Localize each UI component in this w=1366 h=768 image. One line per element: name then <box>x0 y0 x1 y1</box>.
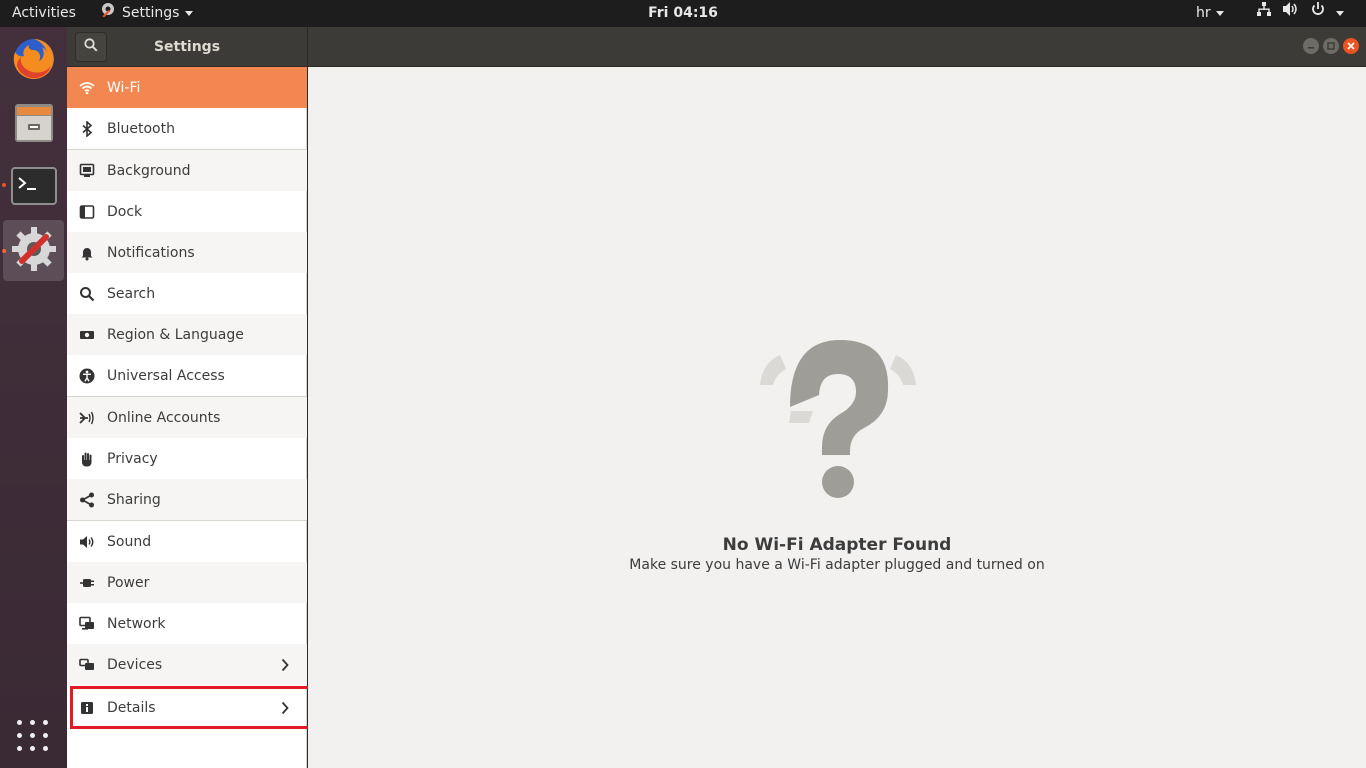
volume-icon <box>1282 0 1300 27</box>
sidebar-item-label: Region & Language <box>107 326 244 343</box>
dock <box>0 27 67 768</box>
network-icon <box>79 616 95 632</box>
sidebar-item-label: Bluetooth <box>107 120 175 137</box>
accessibility-icon <box>79 368 95 384</box>
sidebar-item-universal-access[interactable]: Universal Access <box>67 355 307 396</box>
keyboard-layout-label: hr <box>1196 5 1211 21</box>
sidebar-item-label: Search <box>107 285 156 302</box>
search-icon <box>84 38 98 56</box>
sidebar-item-label: Network <box>107 615 166 632</box>
system-tray[interactable] <box>1256 0 1344 27</box>
maximize-button[interactable] <box>1323 38 1339 54</box>
clock: Fri 04:16 <box>0 0 1366 27</box>
share-icon <box>79 492 95 508</box>
sidebar-item-devices[interactable]: Devices <box>67 644 307 685</box>
background-icon <box>79 163 95 179</box>
speaker-icon <box>79 534 95 550</box>
sidebar-item-label: Privacy <box>107 450 158 467</box>
dock-icon <box>79 204 95 220</box>
sidebar-item-label: Wi-Fi <box>107 79 141 96</box>
region-icon <box>79 327 95 343</box>
sidebar-item-label: Dock <box>107 203 143 220</box>
sidebar-item-background[interactable]: Background <box>67 150 307 191</box>
terminal-icon <box>10 166 57 209</box>
app-menu-label: Settings <box>122 5 180 21</box>
wifi-icon <box>79 80 95 96</box>
close-icon <box>1347 42 1355 50</box>
close-button[interactable] <box>1343 38 1359 54</box>
wifi-panel: No Wi-Fi Adapter Found Make sure you hav… <box>308 67 1366 768</box>
minimize-button[interactable] <box>1303 38 1319 54</box>
settings-icon <box>10 225 58 277</box>
search-icon <box>79 286 95 302</box>
sidebar-item-label: Notifications <box>107 244 195 261</box>
online-accounts-icon <box>79 410 95 426</box>
maximize-icon <box>1327 42 1335 50</box>
empty-state-title: No Wi-Fi Adapter Found <box>722 535 952 555</box>
show-applications-button[interactable] <box>17 720 49 752</box>
chevron-down-icon <box>1215 11 1224 16</box>
sidebar-item-dock[interactable]: Dock <box>67 191 307 232</box>
sidebar-item-label: Devices <box>107 656 163 673</box>
sidebar-item-search[interactable]: Search <box>67 273 307 314</box>
sidebar-item-power[interactable]: Power <box>67 562 307 603</box>
hand-icon <box>79 451 95 467</box>
sidebar-item-label: Online Accounts <box>107 409 221 426</box>
sidebar-item-sharing[interactable]: Sharing <box>67 479 307 520</box>
sidebar-item-wifi[interactable]: Wi-Fi <box>67 67 307 108</box>
power-plug-icon <box>79 575 95 591</box>
window-title: Settings <box>153 39 221 55</box>
sidebar-item-label: Sound <box>107 533 152 550</box>
sidebar-item-label: Sharing <box>107 491 161 508</box>
sidebar-item-network[interactable]: Network <box>67 603 307 644</box>
dock-item-terminal[interactable] <box>3 157 64 218</box>
activities-button[interactable]: Activities <box>12 0 76 27</box>
sidebar-item-notifications[interactable]: Notifications <box>67 232 307 273</box>
question-mark-icon <box>758 339 918 501</box>
chevron-right-icon <box>277 701 293 715</box>
empty-state-subtitle: Make sure you have a Wi-Fi adapter plugg… <box>629 557 1045 573</box>
header-divider <box>307 27 308 67</box>
sidebar-item-label: Universal Access <box>107 367 225 384</box>
settings-app-icon <box>100 0 116 27</box>
minimize-icon <box>1308 47 1314 49</box>
keyboard-layout-indicator[interactable]: hr <box>1196 0 1224 27</box>
chevron-down-icon <box>185 11 194 16</box>
devices-icon <box>79 657 95 673</box>
settings-sidebar: Wi-Fi Bluetooth Background Dock Notifica… <box>67 67 315 768</box>
search-button[interactable] <box>75 32 107 62</box>
network-icon <box>1256 0 1272 27</box>
sidebar-item-online-accounts[interactable]: Online Accounts <box>67 397 307 438</box>
chevron-down-icon <box>1336 11 1344 16</box>
chevron-right-icon <box>277 658 293 672</box>
app-menu[interactable]: Settings <box>100 0 194 27</box>
sidebar-item-label: Details <box>107 699 156 716</box>
window-controls <box>1303 38 1359 54</box>
sidebar-item-sound[interactable]: Sound <box>67 521 307 562</box>
sidebar-item-details[interactable]: Details <box>67 686 307 729</box>
bluetooth-icon <box>79 120 95 137</box>
firefox-icon <box>11 36 57 86</box>
info-icon <box>79 700 95 716</box>
clock-label[interactable]: Fri 04:16 <box>648 5 718 21</box>
files-icon <box>12 100 56 148</box>
dock-item-firefox[interactable] <box>3 30 64 91</box>
top-bar: Activities Settings Fri 04:16 hr <box>0 0 1366 27</box>
sidebar-item-bluetooth[interactable]: Bluetooth <box>67 108 307 149</box>
window-header-bar: Settings <box>67 27 1366 67</box>
sidebar-item-region-language[interactable]: Region & Language <box>67 314 307 355</box>
dock-item-files[interactable] <box>3 93 64 154</box>
sidebar-item-privacy[interactable]: Privacy <box>67 438 307 479</box>
dock-item-settings[interactable] <box>3 220 64 281</box>
bell-icon <box>79 245 95 261</box>
power-icon <box>1310 0 1326 27</box>
sidebar-item-label: Background <box>107 162 191 179</box>
sidebar-item-label: Power <box>107 574 150 591</box>
